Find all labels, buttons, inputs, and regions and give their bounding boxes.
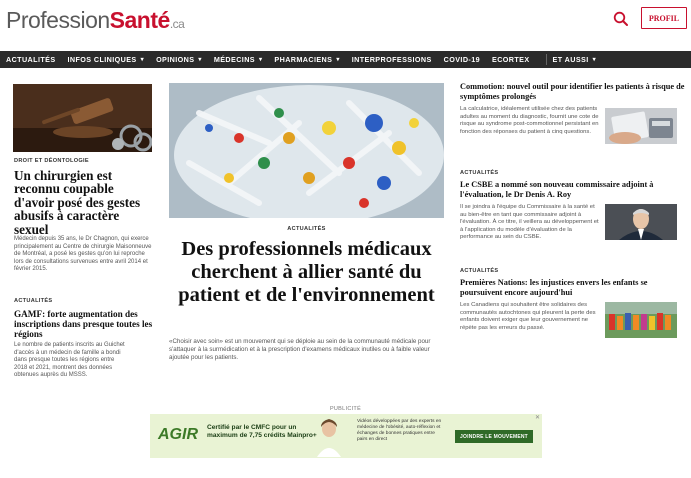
search-icon[interactable] (612, 10, 630, 28)
article-kicker: ACTUALITÉS (460, 170, 499, 176)
chevron-down-icon: ▾ (198, 57, 202, 63)
article-summary: Les Canadiens qui souhaitent être solida… (460, 302, 596, 331)
chevron-down-icon: ▾ (592, 57, 597, 63)
header: ProfessionSanté.ca PROFIL (0, 0, 691, 50)
nav-item-interprofessions[interactable]: INTERPROFESSIONS (346, 51, 438, 68)
chevron-down-icon: ▾ (258, 57, 263, 63)
ad-logo: AGIR (158, 426, 198, 443)
article-image-medical-waste[interactable] (169, 83, 444, 218)
article-kicker: DROIT ET DÉONTOLOGIE (14, 158, 89, 164)
article-title-csbe[interactable]: Le CSBE a nommé son nouveau commissaire … (460, 180, 690, 199)
article-kicker: ACTUALITÉS (287, 226, 326, 232)
article-title-commotion[interactable]: Commotion: nouvel outil pour identifier … (460, 82, 690, 101)
article-summary: La calculatrice, idéalement utilisée che… (460, 106, 599, 135)
ad-cta-button[interactable]: JOINDRE LE MOUVEMENT (455, 430, 533, 443)
article-title-chirurgien[interactable]: Un chirurgien est reconnu coupable d'avo… (14, 169, 154, 236)
nav-item-infos-cliniques[interactable]: INFOS CLINIQUES ▾ (62, 51, 151, 68)
featured-article-summary: «Choisir avec soin» est un mouvement qui… (169, 338, 431, 361)
chevron-down-icon: ▾ (336, 57, 340, 63)
article-summary: Le nombre de patients inscrits au Guiche… (14, 342, 125, 379)
ad-label: PUBLICITÉ (329, 406, 362, 412)
nav-item-pharmaciens[interactable]: PHARMACIENS ▾ (268, 51, 345, 68)
article-title-premieres-nations[interactable]: Premières Nations: les injustices envers… (460, 278, 690, 297)
nav-item-ecortex[interactable]: ECORTEX (486, 51, 536, 68)
article-summary: Il se joindra à l'équipe du Commissaire … (460, 204, 599, 240)
profile-button[interactable]: PROFIL (641, 7, 687, 29)
ad-banner[interactable]: AGIR Certifié par le CMFC pour un maximu… (150, 414, 542, 458)
nav-item-medecins[interactable]: MÉDECINS ▾ (208, 51, 269, 68)
ad-person-image (315, 417, 343, 457)
ad-close-icon[interactable]: ✕ (535, 414, 540, 421)
article-kicker: ACTUALITÉS (460, 268, 499, 274)
nav-item-actualites[interactable]: ACTUALITÉS (0, 51, 62, 68)
nav-item-et-aussi[interactable]: ET AUSSI ▾ (547, 51, 603, 68)
main-nav: ACTUALITÉS INFOS CLINIQUES ▾ OPINIONS ▾ MÉ… (0, 51, 691, 68)
article-summary: Médecin depuis 35 ans, le Dr Chagnon, qu… (14, 236, 152, 273)
nav-item-covid19[interactable]: COVID-19 (438, 51, 486, 68)
site-logo[interactable]: ProfessionSanté.ca (6, 7, 185, 34)
article-image-calculator[interactable] (605, 108, 677, 144)
chevron-down-icon: ▾ (140, 57, 145, 63)
article-image-portrait[interactable] (605, 204, 677, 240)
featured-article-title[interactable]: Des professionnels médicaux cherchent à … (169, 238, 444, 306)
article-kicker: ACTUALITÉS (14, 298, 53, 304)
nav-item-opinions[interactable]: OPINIONS ▾ (150, 51, 208, 68)
ad-description: Vidéos développées par des experts en mé… (357, 419, 442, 442)
article-title-gamf[interactable]: GAMF: forte augmentation des inscription… (14, 309, 159, 339)
article-image-gavel[interactable] (13, 84, 152, 152)
article-image-crowd[interactable] (605, 302, 677, 338)
ad-headline: Certifié par le CMFC pour un maximum de … (207, 424, 317, 439)
